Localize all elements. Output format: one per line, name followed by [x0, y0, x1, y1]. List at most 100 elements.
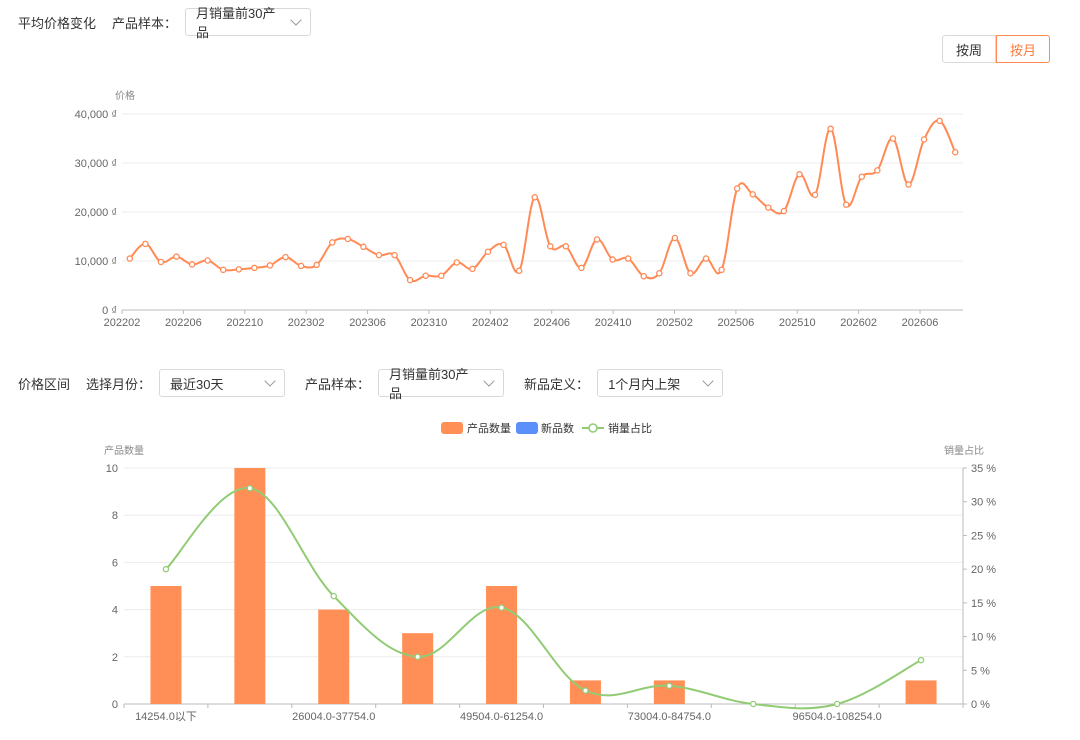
- new-def-select[interactable]: 1个月内上架: [597, 369, 724, 397]
- price-point: [469, 265, 476, 273]
- x-tick-label: 202202: [104, 317, 141, 329]
- legend-swatch-count: [441, 422, 463, 434]
- bar-product-count: [905, 680, 937, 704]
- x-tick-label: 202602: [840, 317, 877, 329]
- month-select[interactable]: 最近30天: [159, 369, 286, 397]
- price-point: [936, 117, 943, 125]
- price-point: [391, 251, 398, 259]
- x-tick-label: 202302: [288, 317, 325, 329]
- x-tick-label: 202402: [472, 317, 509, 329]
- ratio-point: [750, 700, 757, 708]
- price-point: [453, 259, 461, 266]
- sample-label-2: 产品样本：: [305, 376, 371, 392]
- legend-marker-ratio: [588, 423, 598, 433]
- price-point: [656, 269, 663, 277]
- price-point: [593, 236, 601, 243]
- legend-label-count: 产品数量: [467, 421, 511, 435]
- price-point: [687, 269, 694, 277]
- x-tick-label: 202606: [902, 317, 939, 329]
- price-point: [796, 171, 803, 178]
- chevron-down-icon: [702, 375, 714, 387]
- price-range-chart: 产品数量 新品数 销量占比产品数量 销量占比02468100 %5 %10 %15 %…: [104, 421, 996, 723]
- ratio-point: [666, 682, 673, 690]
- price-point: [889, 135, 897, 142]
- price-point: [578, 264, 585, 272]
- price-point: [749, 191, 757, 198]
- ratio-line: [165, 487, 922, 710]
- ratio-point: [582, 687, 589, 694]
- y-axis-title: 价格: [115, 89, 135, 102]
- price-range-filter-bar: 价格区间 选择月份： 最近30天 产品样本： 月销量前30产品 新品定义： 1个…: [18, 367, 724, 401]
- price-point: [313, 261, 320, 269]
- price-point: [531, 194, 538, 201]
- price-point: [733, 185, 741, 192]
- y-tick-label-right: 30 %: [971, 497, 996, 509]
- y-tick-label-right: 15 %: [971, 598, 996, 610]
- price-point: [297, 262, 305, 270]
- x-tick-label: 202210: [226, 317, 263, 329]
- bar-product-count: [318, 609, 350, 704]
- price-point: [765, 204, 772, 211]
- x-tick-label: 202206: [165, 317, 202, 329]
- y-tick-label-left: 2: [112, 652, 118, 664]
- price-point: [718, 266, 725, 274]
- price-point: [126, 255, 134, 262]
- x-tick-label: 73004.0-84754.0: [628, 711, 711, 723]
- x-tick-label: 202510: [779, 317, 816, 329]
- price-point: [204, 257, 211, 264]
- price-point: [328, 239, 336, 246]
- legend-label-ratio: 销量占比: [608, 421, 652, 435]
- bar-product-count: [234, 468, 266, 704]
- price-point: [562, 243, 570, 250]
- price-point: [266, 262, 274, 269]
- new-def-label: 新品定义：: [524, 376, 590, 392]
- x-tick-label: 202506: [718, 317, 755, 329]
- y-tick-label-right: 20 %: [971, 564, 996, 576]
- ratio-point: [498, 604, 505, 611]
- y-tick-label-left: 10: [106, 463, 118, 475]
- ratio-point: [917, 656, 925, 664]
- price-point: [438, 272, 445, 279]
- y-tick-label-left: 8: [112, 510, 118, 522]
- y-tick-label: 20,000 ₫: [75, 207, 117, 219]
- price-point: [920, 136, 928, 143]
- month-label: 选择月份：: [86, 376, 152, 392]
- x-tick-label: 202502: [656, 317, 693, 329]
- price-trend-chart: 价格 0 ₫ 10,000 ₫ 20,000 ₫ 30,000 ₫ 40,000 ₫ 202…: [75, 89, 963, 329]
- y-tick-label: 40,000 ₫: [75, 109, 117, 121]
- x-tick-label: 26004.0-37754.0: [292, 711, 375, 723]
- legend: 产品数量 新品数 销量占比: [441, 421, 652, 435]
- bar-product-count: [150, 586, 182, 704]
- sample-select-2[interactable]: 月销量前30产品: [378, 367, 505, 401]
- price-point: [422, 272, 429, 279]
- price-point: [858, 173, 866, 180]
- price-point: [235, 266, 243, 273]
- price-point: [484, 248, 492, 255]
- price-point: [547, 243, 554, 250]
- y-tick-label: 30,000 ₫: [75, 158, 117, 170]
- price-point: [780, 207, 788, 215]
- x-tick-label: 202310: [411, 317, 448, 329]
- ratio-point: [414, 653, 421, 661]
- price-point: [157, 258, 165, 266]
- y-tick-label-right: 10 %: [971, 632, 996, 644]
- price-point: [702, 255, 710, 262]
- price-point: [142, 240, 149, 248]
- price-point: [282, 253, 289, 261]
- price-point: [173, 253, 180, 260]
- legend-label-new: 新品数: [541, 421, 574, 435]
- x-tick-label: 202410: [595, 317, 632, 329]
- new-def-select-value: 1个月内上架: [608, 376, 681, 392]
- bar-product-count: [486, 586, 518, 704]
- ratio-point: [246, 484, 254, 492]
- y-tick-label: 0 ₫: [102, 305, 117, 317]
- price-point: [624, 255, 632, 262]
- price-line: [129, 119, 957, 283]
- price-point: [905, 181, 912, 188]
- price-point: [811, 191, 819, 199]
- price-point: [500, 241, 507, 249]
- ratio-point: [162, 565, 170, 573]
- price-point: [406, 276, 414, 284]
- x-tick-label: 14254.0以下: [135, 711, 197, 723]
- price-point: [360, 243, 367, 251]
